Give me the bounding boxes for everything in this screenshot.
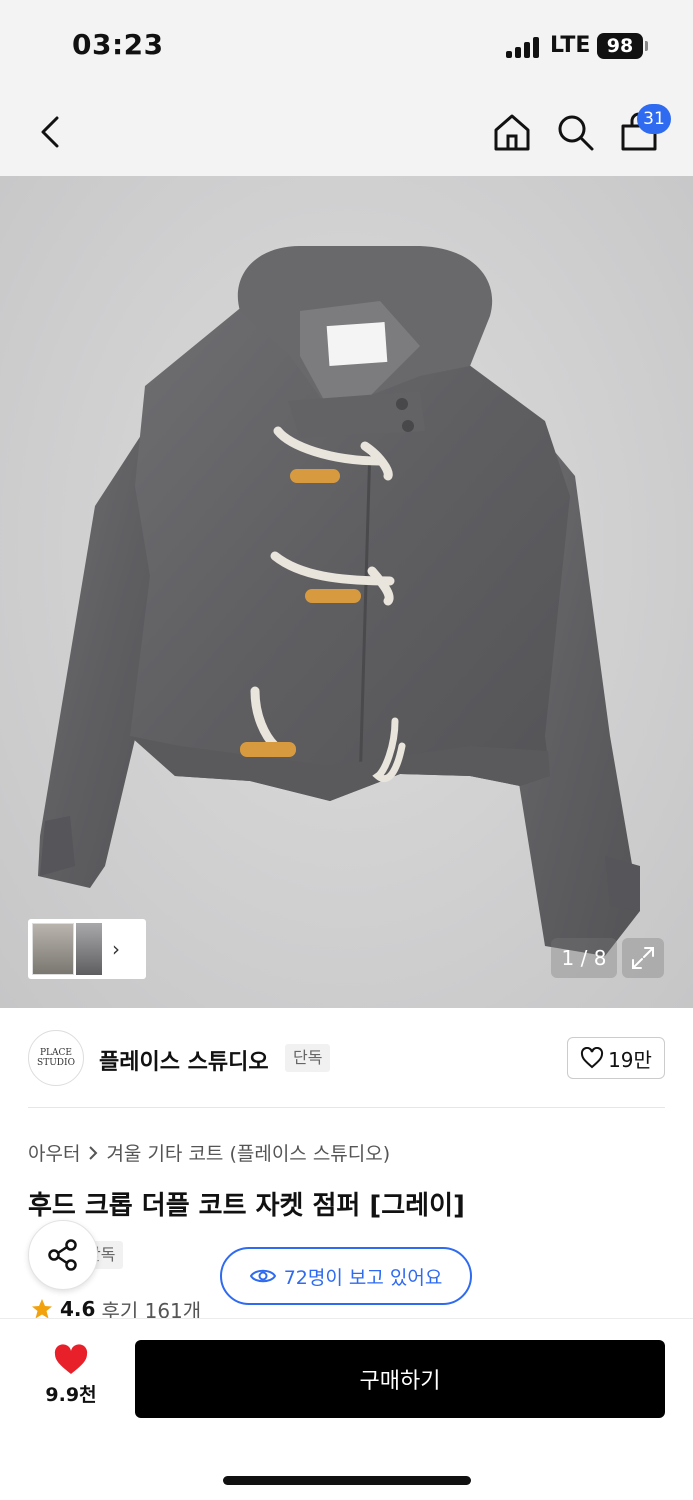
home-icon	[494, 114, 530, 151]
status-bar: 03:23 LTE 98	[0, 0, 693, 88]
thumbnail-1[interactable]	[32, 923, 74, 975]
battery-icon: 98	[597, 33, 643, 59]
search-button[interactable]	[549, 106, 601, 158]
share-icon	[48, 1239, 77, 1271]
brand-like-button[interactable]: 19만	[567, 1037, 665, 1079]
nav-bar	[0, 88, 693, 176]
network-label: LTE	[550, 33, 591, 58]
share-button[interactable]	[28, 1220, 98, 1290]
product-image[interactable]: › 1 / 8	[0, 176, 693, 1008]
brand-like-count: 19만	[608, 1047, 652, 1072]
thumbnail-strip[interactable]: ›	[28, 919, 146, 979]
expand-icon	[632, 947, 654, 969]
cart-count-badge: 31	[637, 104, 671, 134]
search-icon	[558, 115, 594, 151]
heart-outline-icon	[581, 1047, 604, 1069]
expand-button[interactable]	[622, 938, 664, 978]
brand-row[interactable]: PLACE STUDIO 플레이스 스튜디오 단독 19만	[28, 1028, 665, 1090]
battery-tip	[645, 41, 648, 51]
breadcrumb-item-category[interactable]: 아우터	[28, 1139, 80, 1166]
brand-logo[interactable]: PLACE STUDIO	[28, 1030, 84, 1086]
brand-name[interactable]: 플레이스 스튜디오	[99, 1044, 269, 1076]
eye-icon	[249, 1269, 276, 1283]
breadcrumb-item-subcategory[interactable]: 겨울 기타 코트 (플레이스 스튜디오)	[106, 1139, 390, 1166]
favorite-count: 9.9천	[45, 1384, 97, 1406]
live-viewers-text: 72명이 보고 있어요	[283, 1266, 443, 1289]
home-indicator	[223, 1476, 471, 1485]
jacket-image	[38, 246, 640, 956]
thumbnail-next-icon[interactable]: ›	[112, 937, 120, 961]
favorite-button[interactable]: 9.9천	[36, 1344, 106, 1414]
status-time: 03:23	[72, 28, 164, 61]
thumbnail-2[interactable]	[76, 923, 102, 975]
exclusive-badge: 단독	[285, 1044, 331, 1072]
divider	[28, 1107, 665, 1108]
buy-button[interactable]: 구매하기	[135, 1340, 665, 1418]
home-button[interactable]	[486, 106, 538, 158]
chevron-left-icon	[41, 116, 59, 148]
back-button[interactable]	[24, 106, 76, 158]
live-viewers-pill: 72명이 보고 있어요	[220, 1247, 472, 1305]
signal-icon	[506, 36, 540, 58]
heart-filled-icon	[54, 1344, 88, 1374]
product-title: 후드 크롭 더플 코트 자켓 점퍼 [그레이]	[28, 1191, 465, 1221]
page-indicator: 1 / 8	[551, 938, 617, 978]
breadcrumb: 아우터 겨울 기타 코트 (플레이스 스튜디오)	[28, 1139, 390, 1166]
chevron-right-icon	[89, 1145, 98, 1160]
